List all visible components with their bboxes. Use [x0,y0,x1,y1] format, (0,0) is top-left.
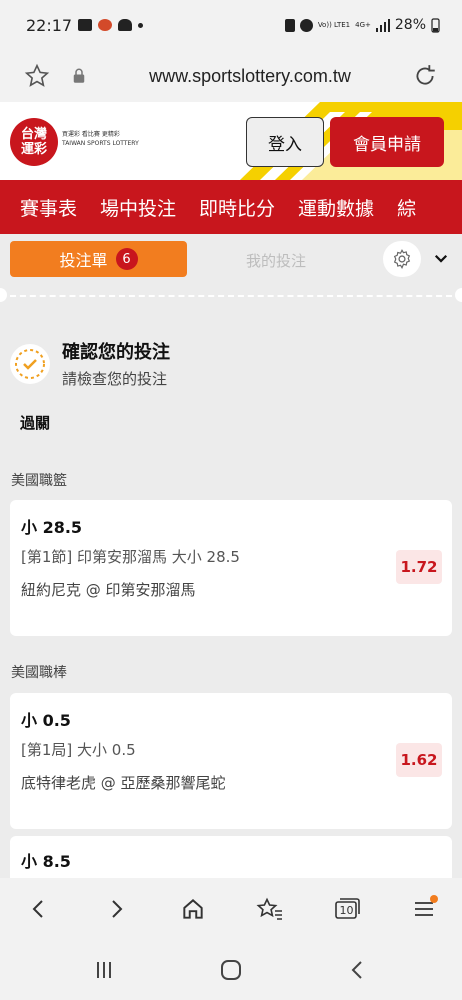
home-icon [182,899,203,919]
bet-card[interactable]: 小 28.5 [第1節] 印第安那溜馬 大小 28.5 紐約尼克 @ 印第安那溜… [10,500,452,636]
nav-item-sports-data[interactable]: 運動數據 [278,194,374,221]
nav-item-schedule[interactable]: 賽事表 [0,194,77,221]
bet-slip-panel: 投注單 6 我的投注 確認您的投注 請檢查您的投注 過關 美國職籃 小 28.5… [0,234,462,878]
site-header: 台灣 運彩 買運彩 看比賽 更精彩 TAIWAN SPORTS LOTTERY … [0,102,462,180]
network-indicator: 4G+ [355,20,371,29]
back-button[interactable] [19,889,59,929]
lock-icon [284,18,295,32]
tab-my-bets[interactable]: 我的投注 [246,250,306,271]
main-nav: 賽事表 場中投注 即時比分 運動數據 綜 [0,180,462,234]
back-nav-icon[interactable] [346,958,370,982]
clock: 22:17 [26,15,73,35]
league-label: 美國職籃 [11,473,67,489]
forward-button[interactable] [96,889,136,929]
volte-indicator: Vo)) LTE1 [317,20,351,29]
status-bar: 22:17 Vo)) LTE1 4G+ 28% [0,0,462,50]
browser-toolbar: 10 [0,878,462,940]
bookmarks-button[interactable] [250,889,290,929]
url-text[interactable]: www.sportslottery.com.tw [88,66,412,87]
bookmarks-star-icon [256,897,282,920]
signal-icon [375,18,390,32]
bet-market: [第1局] 大小 0.5 [21,741,136,759]
bet-count-badge: 6 [115,248,138,270]
tab-bet-slip-label: 投注單 [59,251,108,270]
chevron-down-icon[interactable] [432,249,450,267]
confirm-check-icon [10,343,50,384]
home-button[interactable] [173,889,213,929]
gear-icon [393,249,411,270]
slip-divider [0,288,462,302]
gallery-icon [78,19,93,31]
alarm-icon [299,18,313,32]
more-notifications-icon [138,22,144,28]
battery-icon [431,17,440,33]
tabs-count: 10 [339,904,354,917]
logo-slogan: 買運彩 看比賽 更精彩 TAIWAN SPORTS LOTTERY [62,131,139,147]
bet-match: 底特律老虎 @ 亞歷桑那響尾蛇 [21,774,226,792]
bet-market: [第1節] 印第安那溜馬 大小 28.5 [21,548,240,566]
address-bar: www.sportslottery.com.tw [0,50,462,102]
confirm-subtitle: 請檢查您的投注 [62,370,168,388]
nav-item-live-betting[interactable]: 場中投注 [80,194,176,221]
battery-percent: 28% [394,17,426,33]
notification-dot [429,895,438,903]
bet-match: 紐約尼克 @ 印第安那溜馬 [21,581,196,599]
bet-slip-tabs: 投注單 6 我的投注 [0,234,462,284]
bet-card-partial[interactable]: 小 8.5 [10,836,452,878]
bet-odds[interactable]: 1.62 [396,743,442,777]
login-button[interactable]: 登入 [246,117,324,167]
app-notification-icon [98,19,113,31]
confirm-title: 確認您的投注 [62,342,170,363]
settings-button[interactable] [383,241,421,277]
tab-bet-slip[interactable]: 投注單 6 [10,241,187,277]
chevron-right-icon [111,900,122,918]
logo[interactable]: 台灣 運彩 [10,118,58,166]
nav-item-more[interactable]: 綜 [377,194,416,221]
tabs-button[interactable]: 10 [327,889,367,929]
parlay-label: 過關 [20,414,51,432]
confirm-bets-header: 確認您的投注 請檢查您的投注 [10,338,170,389]
bet-selection: 小 28.5 [21,518,83,537]
bet-card[interactable]: 小 0.5 [第1局] 大小 0.5 底特律老虎 @ 亞歷桑那響尾蛇 1.62 [10,693,452,829]
league-label: 美國職棒 [11,665,67,681]
register-button[interactable]: 會員申請 [330,117,444,167]
home-nav-icon[interactable] [219,958,243,982]
cloud-icon [118,19,133,31]
menu-button[interactable] [404,889,444,929]
lock-icon[interactable] [70,67,88,85]
bet-selection: 小 0.5 [21,711,71,730]
bet-odds[interactable]: 1.72 [396,550,442,584]
system-navigation-bar [0,940,462,1000]
reload-icon[interactable] [412,63,438,89]
recent-apps-icon[interactable] [92,958,116,982]
bookmark-star-icon[interactable] [24,63,50,89]
nav-item-live-scores[interactable]: 即時比分 [179,194,275,221]
chevron-left-icon [32,900,43,918]
